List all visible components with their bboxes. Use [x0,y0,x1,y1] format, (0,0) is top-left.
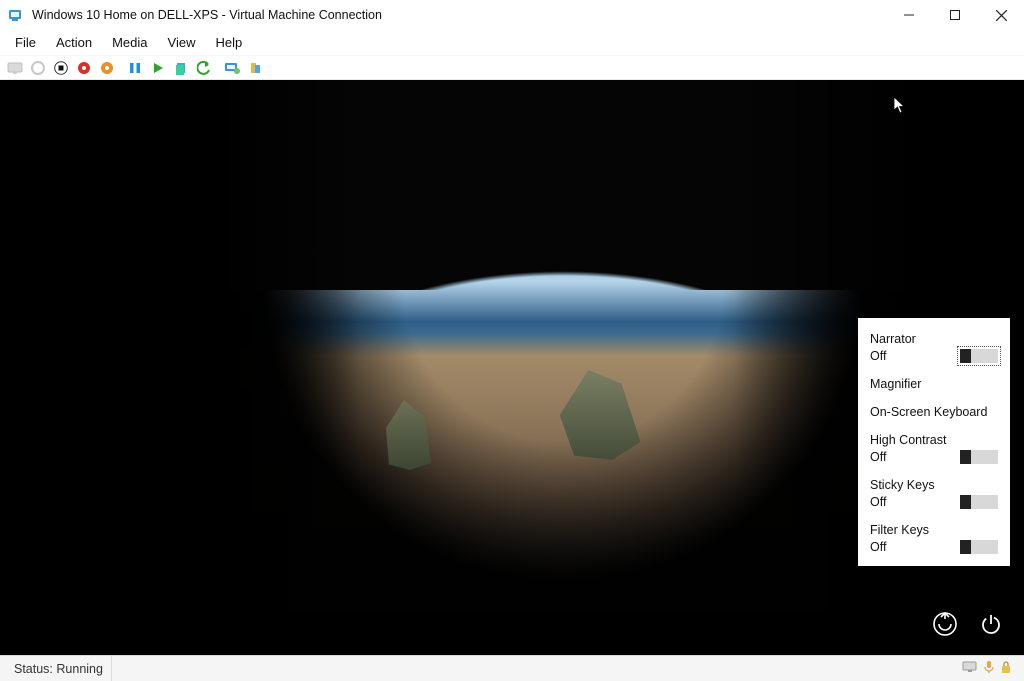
power-button[interactable] [976,609,1006,639]
minimize-button[interactable] [886,0,932,30]
ctrl-alt-del-icon[interactable] [4,58,26,78]
status-tray [956,660,1018,677]
ease-state: Off [870,540,886,554]
status-text: Status: Running [6,656,112,681]
start-icon[interactable] [147,58,169,78]
toggle-switch[interactable] [960,450,998,464]
toolbar-separator [119,58,123,78]
ease-label: Filter Keys [870,523,998,537]
reset-icon[interactable] [96,58,118,78]
titlebar: Windows 10 Home on DELL-XPS - Virtual Ma… [0,0,1024,30]
app-icon [8,7,24,23]
shutdown-icon[interactable] [73,58,95,78]
close-button[interactable] [978,0,1024,30]
monitor-tray-icon[interactable] [962,660,978,677]
ease-item-highcontrast[interactable]: High Contrast Off [870,433,998,464]
window-title: Windows 10 Home on DELL-XPS - Virtual Ma… [32,8,886,22]
window-controls [886,0,1024,30]
menu-view[interactable]: View [159,32,205,53]
ease-label: Narrator [870,332,998,346]
login-corner-buttons [930,609,1006,639]
wallpaper-cave-overlay [0,565,1024,655]
vm-display[interactable]: Narrator Off Magnifier On-Screen Keyboar… [0,80,1024,655]
pause-icon[interactable] [124,58,146,78]
ease-item-osk[interactable]: On-Screen Keyboard [870,405,998,419]
ease-item-stickykeys[interactable]: Sticky Keys Off [870,478,998,509]
ease-state: Off [870,349,886,363]
ease-label: High Contrast [870,433,998,447]
toggle-switch[interactable] [960,349,998,363]
menu-file[interactable]: File [6,32,45,53]
toggle-switch[interactable] [960,495,998,509]
stop-icon[interactable] [50,58,72,78]
revert-checkpoint-icon[interactable] [170,58,192,78]
ease-of-access-panel: Narrator Off Magnifier On-Screen Keyboar… [858,318,1010,566]
toggle-switch[interactable] [960,540,998,554]
power-circle-disabled-icon[interactable] [27,58,49,78]
ease-state: Off [870,450,886,464]
ease-label: On-Screen Keyboard [870,405,998,419]
statusbar: Status: Running [0,655,1024,681]
ease-label: Sticky Keys [870,478,998,492]
menubar: File Action Media View Help [0,30,1024,56]
toolbar [0,56,1024,80]
ease-state: Off [870,495,886,509]
undo-icon[interactable] [193,58,215,78]
menu-media[interactable]: Media [103,32,156,53]
menu-help[interactable]: Help [206,32,251,53]
mouse-cursor-icon [893,96,907,117]
ease-of-access-button[interactable] [930,609,960,639]
menu-action[interactable]: Action [47,32,101,53]
ease-label: Magnifier [870,377,998,391]
ease-item-filterkeys[interactable]: Filter Keys Off [870,523,998,554]
enhanced-session-icon[interactable] [221,58,243,78]
share-icon[interactable] [244,58,266,78]
lock-tray-icon[interactable] [1000,660,1012,677]
ease-item-magnifier[interactable]: Magnifier [870,377,998,391]
ease-item-narrator[interactable]: Narrator Off [870,332,998,363]
toolbar-separator [216,58,220,78]
mic-tray-icon[interactable] [984,660,994,677]
maximize-button[interactable] [932,0,978,30]
